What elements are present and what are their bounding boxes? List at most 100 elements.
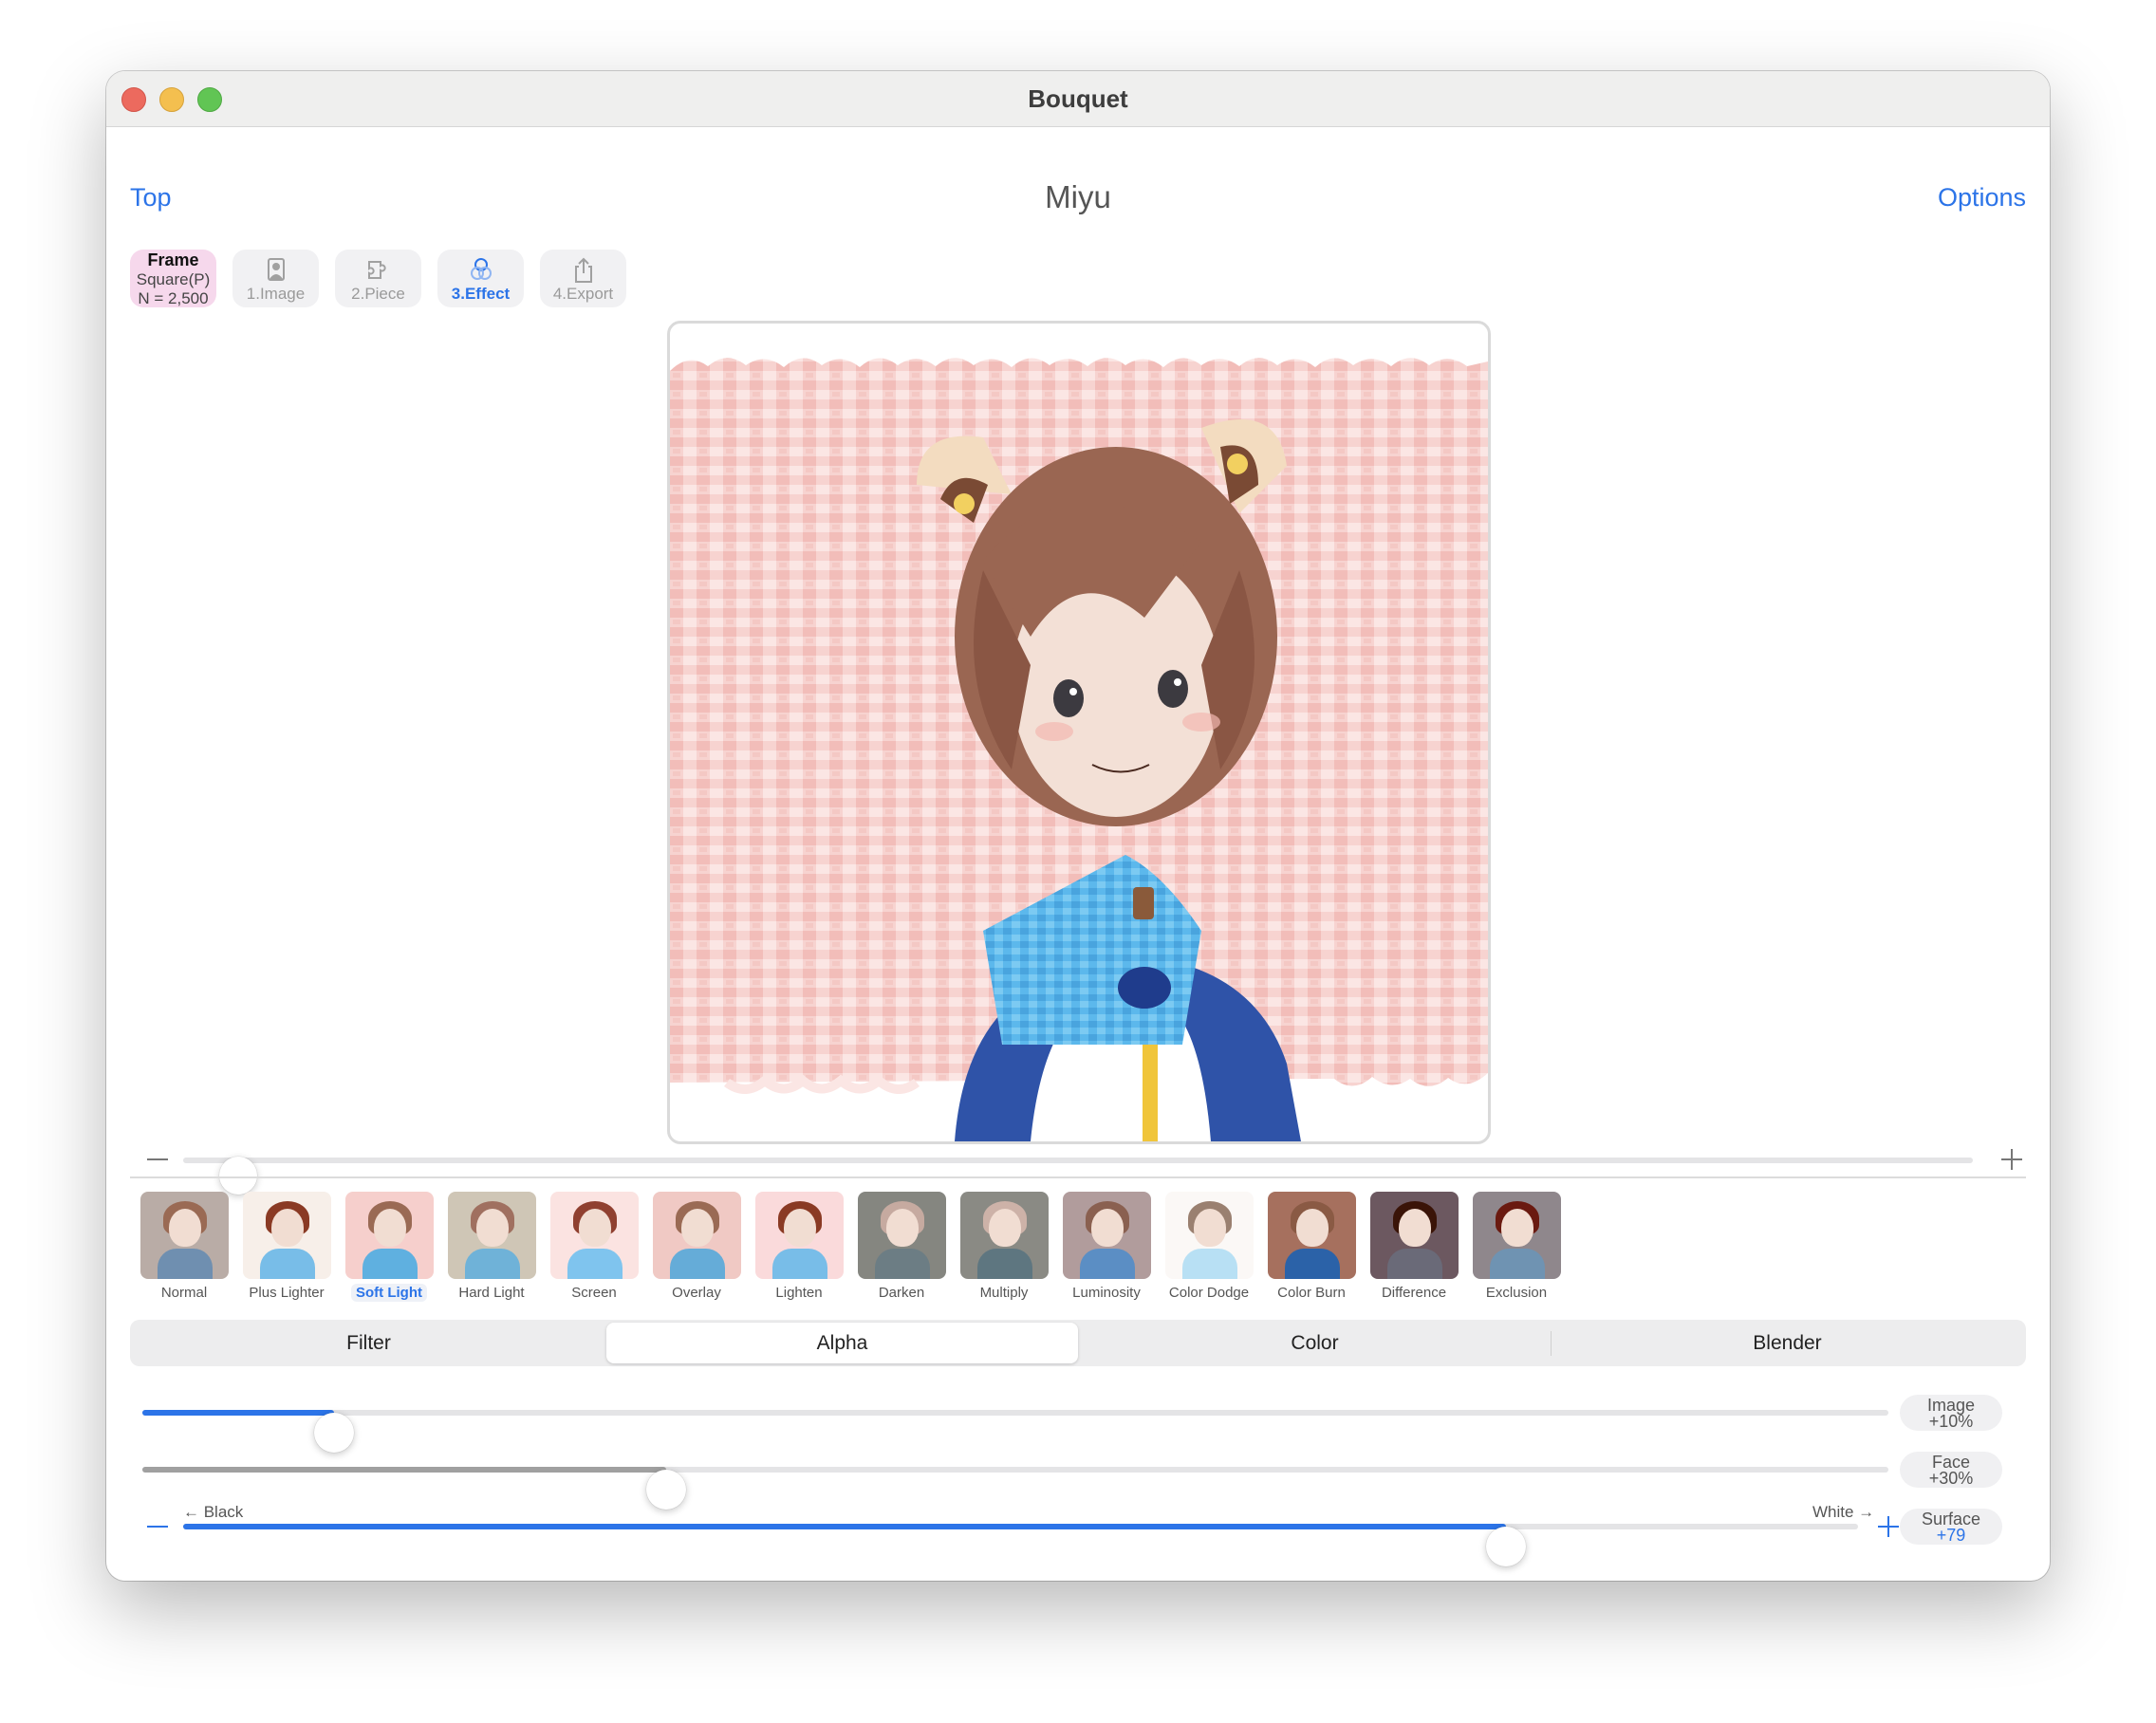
zoom-slider-track[interactable] xyxy=(183,1157,1973,1195)
black-label: ← Black xyxy=(183,1503,244,1521)
preview-body xyxy=(771,1249,827,1279)
preview-body xyxy=(1284,1249,1340,1279)
tab-color[interactable]: Color xyxy=(1079,1323,1551,1363)
frame-title: Frame xyxy=(147,250,199,269)
blend-mode-label: Color Dodge xyxy=(1168,1285,1250,1301)
blend-mode-label: Overlay xyxy=(672,1285,721,1301)
preview-body xyxy=(1079,1249,1135,1279)
blend-mode-preview xyxy=(447,1192,536,1279)
blend-mode-item[interactable]: Color Burn xyxy=(1264,1192,1359,1302)
preview-body xyxy=(259,1249,315,1279)
preview-body xyxy=(157,1249,213,1279)
blend-mode-preview xyxy=(652,1192,741,1279)
puzzle-piece-icon xyxy=(367,261,386,279)
blend-mode-item[interactable]: Luminosity xyxy=(1059,1192,1154,1302)
effect-tabs: Filter Alpha Color Blender xyxy=(130,1320,2026,1366)
face-alpha-row: Face +30% xyxy=(130,1448,2026,1510)
image-alpha-slider[interactable] xyxy=(142,1410,1888,1453)
surface-fill xyxy=(183,1524,1507,1529)
surface-slider[interactable] xyxy=(183,1524,1858,1566)
surface-thumb[interactable] xyxy=(1486,1527,1527,1566)
blend-mode-label: Exclusion xyxy=(1485,1285,1548,1301)
blend-mode-preview xyxy=(959,1192,1049,1279)
preview-face xyxy=(1090,1209,1124,1247)
frame-settings-button[interactable]: Frame Square(P) N = 2,500 xyxy=(130,250,216,307)
zoom-slider-thumb[interactable] xyxy=(218,1157,257,1195)
blend-mode-label: Plus Lighter xyxy=(249,1285,325,1301)
mosaic-preview[interactable] xyxy=(667,321,1491,1144)
blend-mode-preview xyxy=(857,1192,946,1279)
blend-mode-label: Soft Light xyxy=(351,1284,427,1302)
preview-body xyxy=(464,1249,520,1279)
person-portrait-icon xyxy=(267,258,285,281)
blend-mode-item[interactable]: Difference xyxy=(1366,1192,1461,1302)
surface-increase-icon-vertical xyxy=(1887,1516,1889,1537)
blend-mode-preview xyxy=(1472,1192,1561,1279)
blend-mode-item[interactable]: Multiply xyxy=(957,1192,1051,1302)
zoom-slider-row xyxy=(130,1141,2026,1195)
share-icon xyxy=(574,257,592,283)
title-bar: Bouquet xyxy=(106,71,2050,127)
image-alpha-thumb[interactable] xyxy=(314,1413,355,1453)
blend-mode-item[interactable]: Screen xyxy=(547,1192,641,1302)
blend-mode-label: Color Burn xyxy=(1277,1285,1346,1301)
blend-mode-label: Difference xyxy=(1381,1285,1447,1301)
step-export-button[interactable]: 4.Export xyxy=(540,250,626,307)
preview-body xyxy=(874,1249,930,1279)
preview-face xyxy=(885,1209,919,1247)
step-effect-button[interactable]: 3.Effect xyxy=(437,250,524,307)
blend-mode-preview xyxy=(242,1192,331,1279)
face-alpha-fill xyxy=(142,1467,666,1473)
overlapping-circles-icon xyxy=(470,258,492,280)
face-alpha-thumb[interactable] xyxy=(646,1470,686,1510)
frame-shape: Square(P) xyxy=(136,270,211,288)
mosaic-artwork xyxy=(670,358,1488,1141)
face-alpha-slider[interactable] xyxy=(142,1467,1888,1510)
blend-mode-preview xyxy=(1369,1192,1459,1279)
blend-mode-label: Darken xyxy=(878,1285,925,1301)
preview-face xyxy=(988,1209,1021,1247)
zoom-out-icon[interactable] xyxy=(147,1158,168,1160)
preview-body xyxy=(362,1249,418,1279)
blend-mode-item[interactable]: Plus Lighter xyxy=(239,1192,334,1302)
preview-body xyxy=(669,1249,725,1279)
blend-mode-item[interactable]: Lighten xyxy=(752,1192,846,1302)
image-alpha-row: Image +10% xyxy=(130,1391,2026,1453)
window-title: Bouquet xyxy=(1028,84,1128,113)
preview-face xyxy=(578,1209,611,1247)
blend-mode-preview xyxy=(1164,1192,1254,1279)
options-link[interactable]: Options xyxy=(1938,183,2026,213)
surface-decrease-icon[interactable] xyxy=(147,1526,168,1528)
step-image-label: 1.Image xyxy=(246,285,306,303)
blend-mode-preview xyxy=(1267,1192,1356,1279)
preview-body xyxy=(567,1249,623,1279)
blend-mode-label: Screen xyxy=(571,1285,617,1301)
page-title: Miyu xyxy=(1045,179,1111,214)
step-export-label: 4.Export xyxy=(552,285,614,303)
face-alpha-badge: Face +30% xyxy=(1900,1452,2002,1488)
preview-face xyxy=(168,1209,201,1247)
blend-mode-item[interactable]: Darken xyxy=(854,1192,949,1302)
tab-alpha[interactable]: Alpha xyxy=(606,1323,1078,1363)
preview-face xyxy=(373,1209,406,1247)
blend-mode-item[interactable]: Hard Light xyxy=(444,1192,539,1302)
blend-mode-label: Multiply xyxy=(979,1285,1029,1301)
blend-mode-item[interactable]: Soft Light xyxy=(342,1192,437,1302)
white-label: White → xyxy=(1812,1503,1875,1521)
blend-mode-item[interactable]: Normal xyxy=(137,1192,232,1302)
step-piece-label: 2.Piece xyxy=(351,285,405,303)
preview-body xyxy=(1489,1249,1545,1279)
blend-mode-item[interactable]: Color Dodge xyxy=(1162,1192,1256,1302)
image-alpha-fill xyxy=(142,1410,335,1416)
zoom-in-icon-vertical xyxy=(2011,1149,2013,1170)
preview-body xyxy=(1386,1249,1442,1279)
blend-mode-item[interactable]: Exclusion xyxy=(1469,1192,1564,1302)
tab-blender[interactable]: Blender xyxy=(1552,1323,2023,1363)
step-piece-button[interactable]: 2.Piece xyxy=(335,250,421,307)
step-image-button[interactable]: 1.Image xyxy=(232,250,319,307)
preview-body xyxy=(976,1249,1032,1279)
preview-face xyxy=(1398,1209,1431,1247)
blend-mode-label: Hard Light xyxy=(458,1285,525,1301)
blend-mode-item[interactable]: Overlay xyxy=(649,1192,744,1302)
tab-filter[interactable]: Filter xyxy=(133,1323,604,1363)
